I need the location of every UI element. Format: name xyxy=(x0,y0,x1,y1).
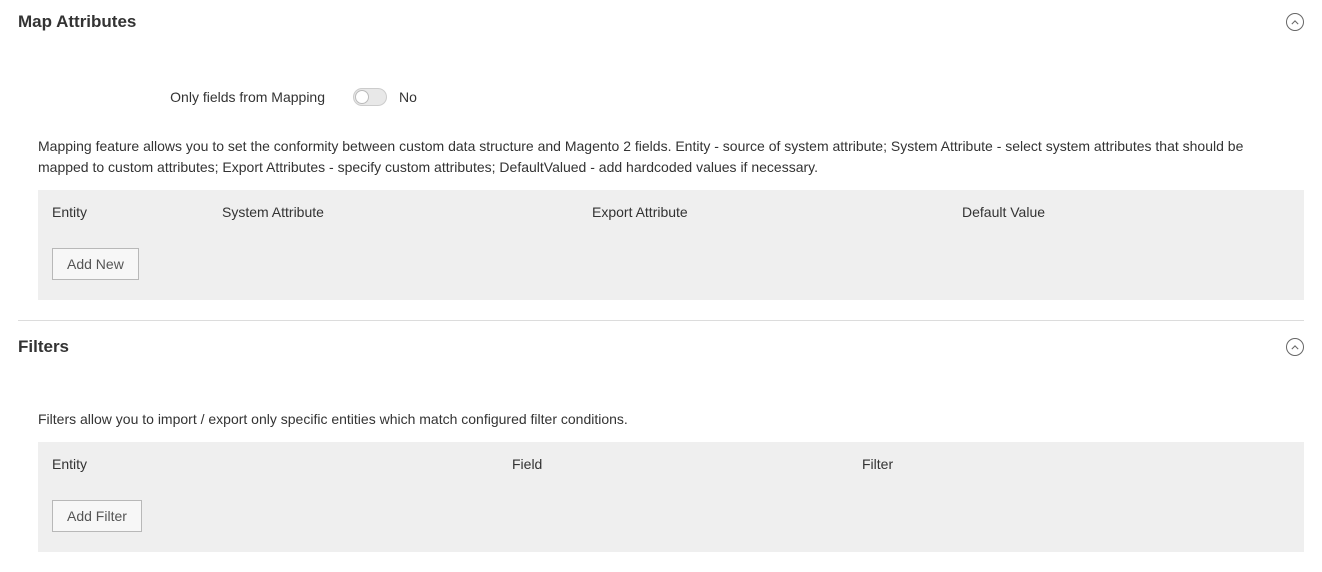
map-table-actions: Add New xyxy=(38,234,1304,300)
only-fields-label: Only fields from Mapping xyxy=(18,89,353,105)
map-attributes-header: Map Attributes xyxy=(18,0,1304,40)
toggle-knob xyxy=(355,90,369,104)
col-entity: Entity xyxy=(52,456,512,472)
add-filter-button[interactable]: Add Filter xyxy=(52,500,142,532)
filters-table: Entity Field Filter Add Filter xyxy=(38,442,1304,552)
chevron-up-icon xyxy=(1291,345,1299,350)
col-filter: Filter xyxy=(862,456,1290,472)
map-table-header: Entity System Attribute Export Attribute… xyxy=(38,190,1304,234)
filters-table-header: Entity Field Filter xyxy=(38,442,1304,486)
col-export-attribute: Export Attribute xyxy=(592,204,962,220)
collapse-icon[interactable] xyxy=(1286,338,1304,356)
only-fields-value: No xyxy=(399,89,417,105)
filters-description: Filters allow you to import / export onl… xyxy=(38,409,1304,430)
map-attributes-table: Entity System Attribute Export Attribute… xyxy=(38,190,1304,300)
col-system-attribute: System Attribute xyxy=(222,204,592,220)
map-attributes-title: Map Attributes xyxy=(18,12,136,32)
filters-header: Filters xyxy=(18,321,1304,365)
col-field: Field xyxy=(512,456,862,472)
filters-section: Filters Filters allow you to import / ex… xyxy=(0,321,1322,552)
col-default-value: Default Value xyxy=(962,204,1290,220)
filters-table-actions: Add Filter xyxy=(38,486,1304,552)
map-attributes-description: Mapping feature allows you to set the co… xyxy=(38,136,1304,178)
collapse-icon[interactable] xyxy=(1286,13,1304,31)
col-entity: Entity xyxy=(52,204,222,220)
map-attributes-section: Map Attributes Only fields from Mapping … xyxy=(0,0,1322,300)
chevron-up-icon xyxy=(1291,20,1299,25)
add-new-button[interactable]: Add New xyxy=(52,248,139,280)
filters-title: Filters xyxy=(18,337,69,357)
only-fields-toggle[interactable] xyxy=(353,88,387,106)
only-fields-row: Only fields from Mapping No xyxy=(18,88,1304,106)
